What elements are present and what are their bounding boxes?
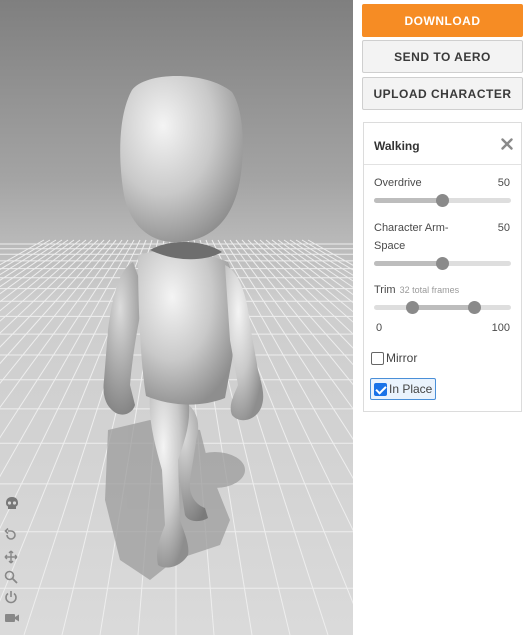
- trim-label-row: Trim 32 total frames: [374, 284, 459, 296]
- undo-icon[interactable]: [4, 528, 22, 546]
- download-button[interactable]: DOWNLOAD: [362, 4, 523, 37]
- mirror-checkbox-row[interactable]: Mirror: [371, 351, 417, 365]
- overdrive-value: 50: [497, 177, 510, 189]
- animation-title: Walking: [374, 139, 420, 153]
- arm-space-slider[interactable]: [374, 257, 511, 270]
- move-icon[interactable]: [4, 550, 22, 568]
- mirror-checkbox[interactable]: [371, 351, 384, 365]
- trim-range-fill: [412, 305, 474, 310]
- trim-start-handle[interactable]: [405, 301, 419, 314]
- overdrive-slider-handle[interactable]: [436, 194, 449, 207]
- camera-icon[interactable]: [4, 612, 22, 630]
- trim-frames-note: 32 total frames: [399, 285, 460, 295]
- overdrive-slider-fill: [374, 198, 443, 203]
- trim-range-slider[interactable]: [374, 301, 511, 314]
- arm-space-value: 50: [497, 222, 510, 234]
- in-place-label: In Place: [389, 382, 433, 396]
- scene-canvas: [0, 76, 353, 635]
- 3d-viewport[interactable]: [0, 0, 353, 635]
- animation-header: Walking: [364, 123, 521, 165]
- arm-space-slider-handle[interactable]: [436, 257, 449, 270]
- in-place-checkbox[interactable]: [374, 382, 387, 396]
- trim-min-label: 0: [376, 322, 383, 334]
- arm-space-label-line1: Character Arm-: [374, 222, 449, 234]
- send-to-aero-button[interactable]: SEND TO AERO: [362, 40, 523, 73]
- power-icon[interactable]: [4, 590, 22, 608]
- trim-label: Trim: [374, 284, 396, 296]
- arm-space-slider-fill: [374, 261, 443, 266]
- animation-settings-panel: Walking Overdrive 50 Character Arm- Spac…: [363, 122, 522, 412]
- upload-character-button[interactable]: UPLOAD CHARACTER: [362, 77, 523, 110]
- mirror-label: Mirror: [386, 351, 418, 365]
- arm-space-label-line2: Space: [374, 240, 406, 252]
- in-place-checkbox-row[interactable]: In Place: [370, 378, 437, 400]
- skull-icon[interactable]: [4, 496, 22, 514]
- zoom-icon[interactable]: [4, 570, 22, 588]
- side-panel: DOWNLOAD SEND TO AERO UPLOAD CHARACTER W…: [353, 0, 527, 635]
- close-icon[interactable]: [500, 137, 514, 151]
- overdrive-slider[interactable]: [374, 194, 511, 207]
- overdrive-label: Overdrive: [374, 177, 422, 189]
- trim-max-label: 100: [491, 322, 510, 334]
- trim-end-handle[interactable]: [467, 301, 481, 314]
